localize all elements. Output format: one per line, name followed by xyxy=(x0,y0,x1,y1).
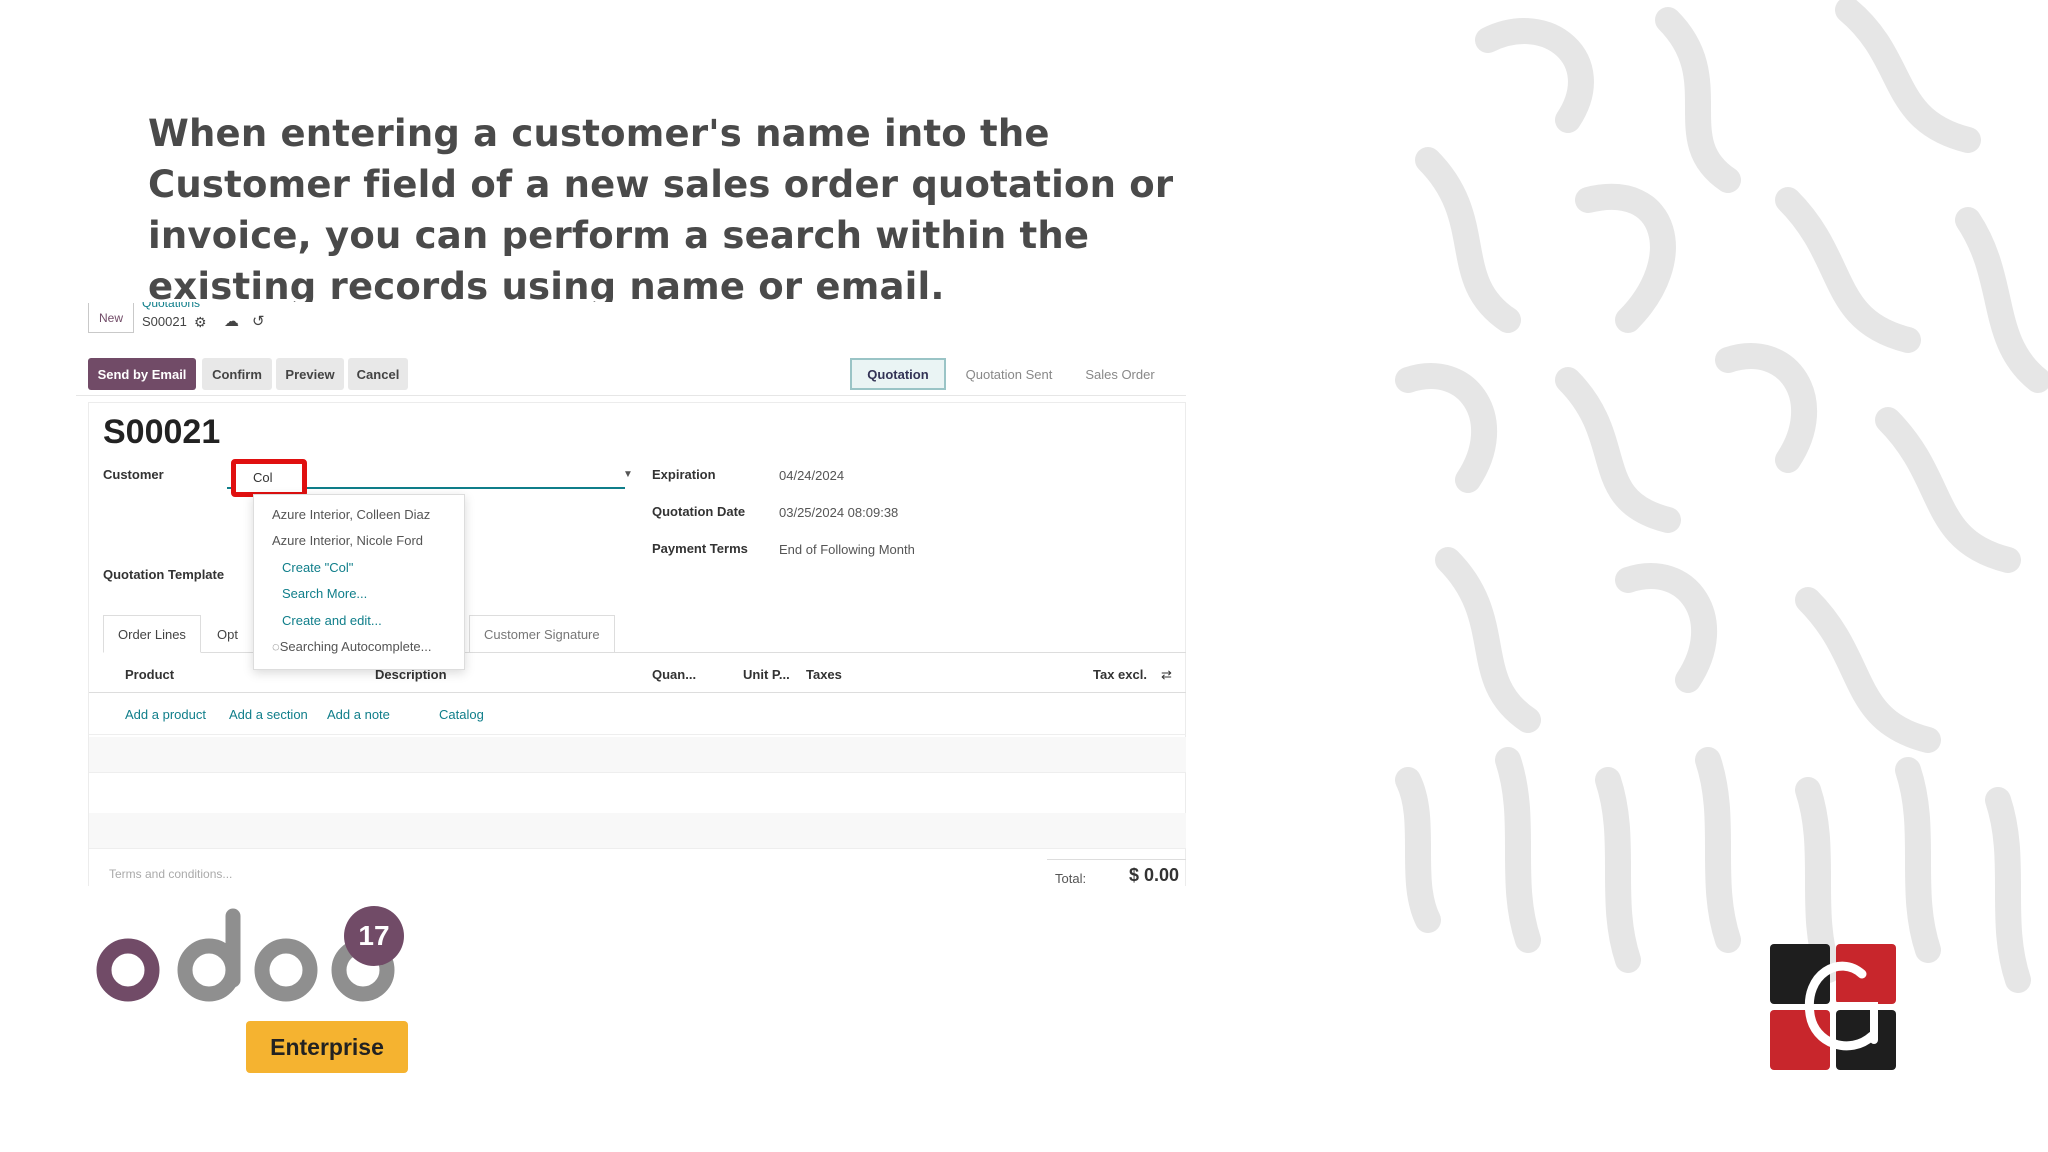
quotation-date-label: Quotation Date xyxy=(652,504,746,519)
add-product-link[interactable]: Add a product xyxy=(125,707,206,722)
add-section-link[interactable]: Add a section xyxy=(229,707,308,722)
total-label: Total: xyxy=(1055,871,1087,886)
new-button[interactable]: New xyxy=(88,303,134,333)
caption-text: When entering a customer's name into the… xyxy=(148,112,1174,308)
customer-autocomplete-dropdown: Azure Interior, Colleen Diaz Azure Inter… xyxy=(253,494,465,670)
spinner-icon: ◌ xyxy=(272,639,280,654)
autocomplete-option[interactable]: Azure Interior, Colleen Diaz xyxy=(272,507,430,522)
status-quotation-sent[interactable]: Quotation Sent xyxy=(954,358,1064,390)
decorative-squiggle-pattern xyxy=(1368,0,2048,1152)
add-line-row: Add a product Add a section Add a note C… xyxy=(89,695,1186,735)
cancel-button[interactable]: Cancel xyxy=(348,358,408,390)
chevron-down-icon[interactable]: ▼ xyxy=(623,469,633,480)
record-title: S00021 xyxy=(103,413,221,451)
col-quantity[interactable]: Quan... xyxy=(652,667,696,682)
send-by-email-button[interactable]: Send by Email xyxy=(88,358,196,390)
breadcrumb-parent[interactable]: Quotations xyxy=(142,302,200,310)
gear-icon[interactable]: ⚙ xyxy=(194,314,207,331)
customer-input[interactable]: Col xyxy=(231,459,307,497)
control-panel-top: New Quotations S00021 ⚙ ☁ ↺ xyxy=(76,302,1186,344)
preview-button[interactable]: Preview xyxy=(276,358,344,390)
status-sales-order[interactable]: Sales Order xyxy=(1070,358,1170,390)
company-logo xyxy=(1770,944,1896,1070)
terms-placeholder[interactable]: Terms and conditions... xyxy=(109,867,232,881)
quotation-template-label: Quotation Template xyxy=(103,567,225,582)
col-tax-excl[interactable]: Tax excl. xyxy=(1093,667,1147,682)
status-quotation[interactable]: Quotation xyxy=(850,358,946,390)
action-bar: Send by Email Confirm Preview Cancel Quo… xyxy=(76,346,1186,396)
breadcrumb-current: S00021 xyxy=(142,314,187,329)
odoo-quotation-screenshot: New Quotations S00021 ⚙ ☁ ↺ Send by Emai… xyxy=(76,302,1186,886)
catalog-link[interactable]: Catalog xyxy=(439,707,484,722)
autocomplete-option[interactable]: Azure Interior, Nicole Ford xyxy=(272,533,423,548)
enterprise-badge: Enterprise xyxy=(246,1021,408,1073)
quotation-date-field[interactable]: 03/25/2024 08:09:38 xyxy=(779,505,898,520)
tab-optional-products[interactable]: Opt xyxy=(203,615,252,653)
confirm-button[interactable]: Confirm xyxy=(202,358,272,390)
add-note-link[interactable]: Add a note xyxy=(327,707,390,722)
searching-status: ◌Searching Autocomplete... xyxy=(272,639,432,654)
create-option[interactable]: Create "Col" xyxy=(282,560,353,575)
payment-terms-label: Payment Terms xyxy=(652,541,748,556)
create-and-edit-option[interactable]: Create and edit... xyxy=(282,613,382,628)
col-product[interactable]: Product xyxy=(125,667,174,682)
col-unit-price[interactable]: Unit P... xyxy=(743,667,790,682)
cloud-save-icon[interactable]: ☁ xyxy=(224,312,239,330)
version-badge: 17 xyxy=(344,906,404,966)
empty-row xyxy=(89,737,1186,773)
expiration-label: Expiration xyxy=(652,467,716,482)
payment-terms-field[interactable]: End of Following Month xyxy=(779,542,915,557)
customer-label: Customer xyxy=(103,467,164,482)
tab-customer-signature[interactable]: Customer Signature xyxy=(469,615,615,653)
total-value: $ 0.00 xyxy=(1129,865,1180,885)
tab-order-lines[interactable]: Order Lines xyxy=(103,615,201,653)
column-settings-icon[interactable]: ⇄ xyxy=(1161,667,1172,683)
searching-label: Searching Autocomplete... xyxy=(279,639,432,654)
col-taxes[interactable]: Taxes xyxy=(806,667,842,682)
expiration-field[interactable]: 04/24/2024 xyxy=(779,468,844,483)
empty-row xyxy=(89,813,1186,849)
discard-icon[interactable]: ↺ xyxy=(252,312,265,330)
search-more-option[interactable]: Search More... xyxy=(282,586,367,601)
